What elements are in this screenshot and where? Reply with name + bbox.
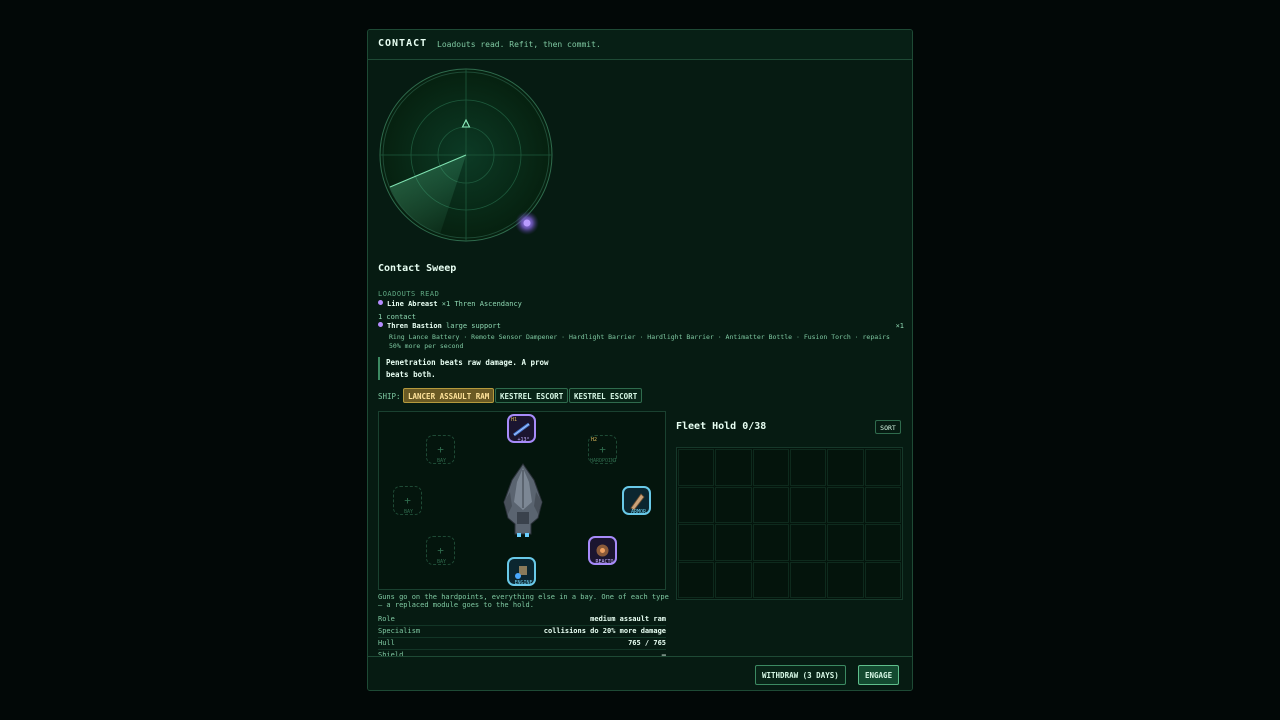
stat-value: collisions do 20% more damage	[543, 627, 666, 635]
ship-fitting-board: H1 +13° H2 + HARDPOINT + BAY + BAY + BAY	[378, 411, 666, 590]
action-footer: WITHDRAW (3 DAYS) ENGAGE	[368, 656, 912, 690]
hold-cell[interactable]	[752, 524, 789, 561]
hardpoint-slot-h1[interactable]: H1 +13°	[507, 414, 536, 443]
hold-cell[interactable]	[789, 561, 827, 598]
bay-slot-top-left[interactable]: + BAY	[426, 435, 455, 464]
hold-cell[interactable]	[752, 486, 789, 523]
slot-label: BAY	[436, 559, 447, 565]
loadouts-label: LOADOUTS READ	[378, 290, 440, 298]
slot-label: ARMOR	[630, 509, 647, 515]
slot-label: BAY	[403, 509, 414, 515]
hold-cell[interactable]	[827, 524, 864, 561]
fleet-hold-title: Fleet Hold 0/38	[676, 421, 767, 432]
formation-detail: ×1 Thren Ascendancy	[441, 300, 522, 308]
fleet-hold-grid	[676, 447, 903, 600]
add-module-icon: +	[599, 443, 606, 456]
hold-cell[interactable]	[864, 449, 901, 486]
panel-subtitle: Loadouts read. Refit, then commit.	[437, 40, 601, 49]
formation-dot-icon	[378, 300, 383, 305]
stat-value: medium assault ram	[590, 615, 666, 623]
hold-cell[interactable]	[864, 486, 901, 523]
hold-cell[interactable]	[789, 524, 827, 561]
tactical-tip: Penetration beats raw damage. A prow bea…	[378, 357, 556, 380]
contact-row: Thren Bastion large support ×1	[378, 322, 904, 330]
hardpoint-slot-h2[interactable]: H2 + HARDPOINT	[588, 435, 617, 464]
panel-title: CONTACT	[378, 38, 428, 49]
contact-multiplier: ×1	[895, 322, 904, 330]
slot-label: +13°	[517, 437, 530, 443]
contact-panel: CONTACT Loadouts read. Refit, then commi…	[367, 29, 913, 691]
contact-class: large support	[446, 322, 501, 330]
hold-cell[interactable]	[715, 486, 752, 523]
hold-cell[interactable]	[789, 486, 827, 523]
hold-cell[interactable]	[827, 561, 864, 598]
hold-cell[interactable]	[678, 449, 715, 486]
stat-key: Role	[378, 615, 395, 623]
hold-cell[interactable]	[864, 561, 901, 598]
hold-cell[interactable]	[864, 524, 901, 561]
engine-slot[interactable]: ENGINE	[507, 557, 536, 586]
reactor-slot[interactable]: REACTO	[588, 536, 617, 565]
slot-label: HARDPOINT	[589, 458, 618, 464]
fitting-help: Guns go on the hardpoints, everything el…	[378, 593, 669, 609]
withdraw-button[interactable]: WITHDRAW (3 DAYS)	[755, 665, 846, 685]
sort-button[interactable]: SORT	[875, 420, 901, 434]
hold-cell[interactable]	[715, 524, 752, 561]
ship-tab-lancer-assault-ram[interactable]: LANCER ASSAULT RAM	[403, 388, 495, 403]
hold-cell[interactable]	[752, 449, 789, 486]
contact-loadout: Ring Lance Battery · Remote Sensor Dampe…	[389, 333, 890, 350]
add-module-icon: +	[437, 443, 444, 456]
ship-select-label: SHIP:	[378, 392, 401, 401]
hold-cell[interactable]	[789, 449, 827, 486]
engage-button[interactable]: ENGAGE	[858, 665, 900, 685]
add-module-icon: +	[404, 494, 411, 507]
hold-cell[interactable]	[715, 449, 752, 486]
sweep-title: Contact Sweep	[378, 263, 457, 274]
hold-cell[interactable]	[678, 486, 715, 523]
hold-cell[interactable]	[752, 561, 789, 598]
ship-tab-kestrel-escort-2[interactable]: KESTREL ESCORT	[569, 388, 643, 403]
formation-name: Line Abreast	[387, 300, 438, 308]
lancer-ship-sprite[interactable]	[498, 462, 548, 540]
stat-key: Hull	[378, 639, 395, 647]
ship-tab-kestrel-escort-1[interactable]: KESTREL ESCORT	[495, 388, 569, 403]
slot-label: ENGINE	[514, 580, 533, 586]
stat-key: Specialism	[378, 627, 421, 635]
hold-cell[interactable]	[678, 524, 715, 561]
hold-cell[interactable]	[827, 449, 864, 486]
contact-name: Thren Bastion	[387, 322, 442, 330]
bay-slot-left[interactable]: + BAY	[393, 486, 422, 515]
slot-label: BAY	[436, 458, 447, 464]
formation-row: Line Abreast ×1 Thren Ascendancy	[378, 300, 522, 308]
bay-slot-bottom-left[interactable]: + BAY	[426, 536, 455, 565]
radar-scope	[379, 68, 553, 242]
hold-cell[interactable]	[678, 561, 715, 598]
add-module-icon: +	[437, 544, 444, 557]
contact-dot-icon	[378, 322, 383, 327]
stat-value: 765 / 765	[628, 639, 666, 647]
slot-label: REACTO	[595, 559, 614, 565]
panel-header: CONTACT Loadouts read. Refit, then commi…	[368, 30, 912, 60]
armor-slot[interactable]: ARMOR	[622, 486, 651, 515]
hold-cell[interactable]	[827, 486, 864, 523]
hold-cell[interactable]	[715, 561, 752, 598]
contact-count: 1 contact	[378, 313, 416, 321]
